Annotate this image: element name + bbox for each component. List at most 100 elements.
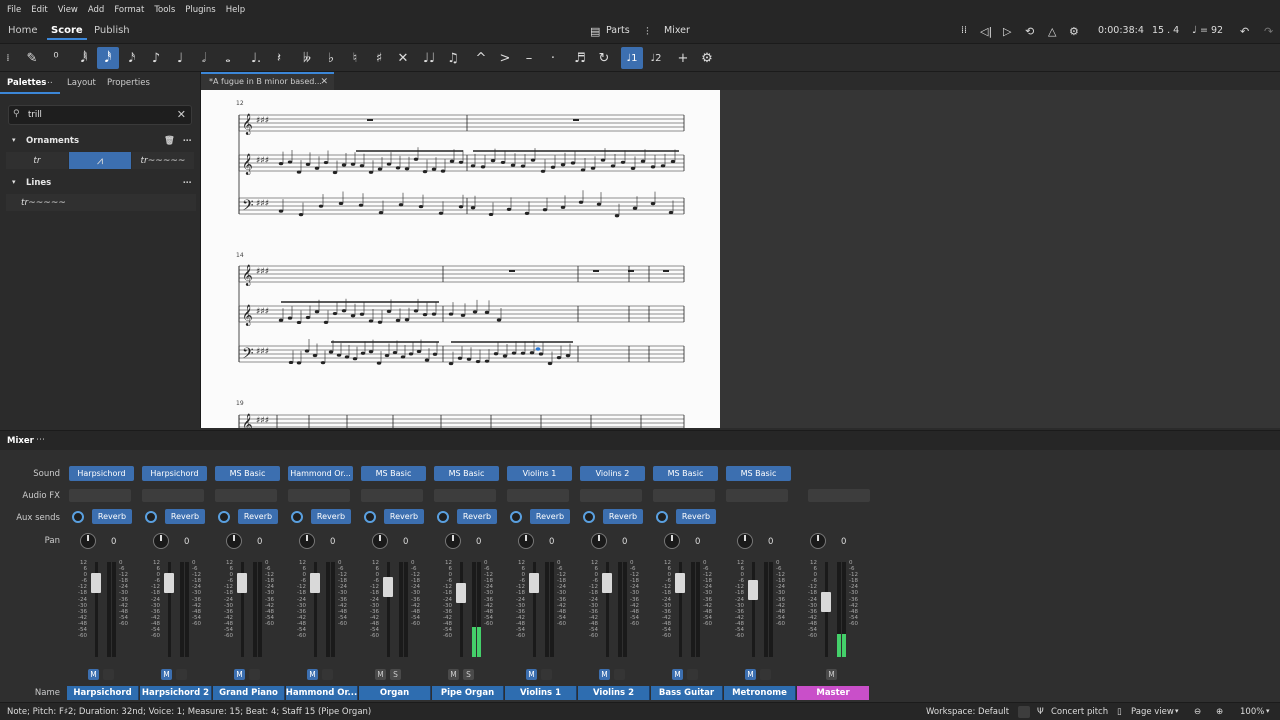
zoom-out-icon[interactable]: ⊖	[1194, 707, 1201, 717]
solo-button[interactable]	[249, 669, 260, 680]
audio-fx-slot[interactable]	[142, 489, 204, 502]
volume-fader[interactable]	[91, 572, 101, 593]
volume-fader[interactable]	[383, 576, 393, 597]
natural-icon[interactable]: ♮	[344, 47, 366, 69]
page-view-selector[interactable]: Page view	[1131, 707, 1174, 717]
volume-fader[interactable]	[164, 572, 174, 593]
mute-button[interactable]: M	[826, 669, 837, 680]
palette-cell-trill[interactable]: tr	[6, 152, 68, 169]
mute-button[interactable]: M	[599, 669, 610, 680]
toolbar-settings-icon[interactable]: ⚙	[696, 47, 718, 69]
double-flat-icon[interactable]: 𝄫	[296, 47, 318, 69]
metronome-icon[interactable]: △	[1048, 25, 1056, 38]
ornaments-menu-icon[interactable]: ⋯	[183, 136, 192, 146]
pen-icon[interactable]: ✎	[21, 47, 43, 69]
slur-icon[interactable]: ♫	[442, 47, 464, 69]
sound-button[interactable]: Harpsichord	[142, 466, 207, 481]
mute-button[interactable]: M	[234, 669, 245, 680]
parts-button[interactable]: Parts	[606, 25, 630, 36]
aux-send-knob[interactable]	[364, 511, 376, 523]
audio-fx-slot[interactable]	[434, 489, 496, 502]
sound-button[interactable]: Harpsichord	[69, 466, 134, 481]
sixtyfourth-note-icon[interactable]: 𝅘𝅥𝅱	[73, 47, 95, 69]
whole-note-icon[interactable]: 𝅝	[217, 47, 239, 69]
sound-button[interactable]: MS Basic	[215, 466, 280, 481]
reverb-button[interactable]: Reverb	[384, 509, 424, 524]
tab-score[interactable]: Score	[47, 23, 87, 40]
aux-send-knob[interactable]	[583, 511, 595, 523]
lines-section[interactable]: ▾ Lines ⋯	[0, 178, 201, 192]
solo-button[interactable]	[760, 669, 771, 680]
collapse-icon[interactable]: ▾	[12, 136, 16, 144]
collapse-icon[interactable]: ▾	[12, 178, 16, 186]
tuplet-icon[interactable]: ♬	[569, 47, 591, 69]
note-input-mode-icon[interactable]: ⁰	[45, 47, 67, 69]
volume-fader[interactable]	[821, 591, 831, 612]
pan-knob[interactable]	[810, 533, 826, 549]
solo-button[interactable]	[322, 669, 333, 680]
score-page[interactable]: 𝄞 ♯♯♯ 𝄞 ♯♯♯ 𝄢 ♯♯♯ 𝄞 ♯♯♯ 𝄞 ♯♯♯ 𝄢 ♯♯♯ 𝄞 ♯♯♯ 12 14 19	[201, 90, 720, 428]
volume-fader[interactable]	[310, 572, 320, 593]
tab-palettes[interactable]: Palettes	[7, 78, 46, 88]
solo-button[interactable]	[103, 669, 114, 680]
tab-properties[interactable]: Properties	[107, 78, 150, 88]
loop-icon[interactable]: ⟲	[1025, 25, 1034, 38]
solo-button[interactable]	[614, 669, 625, 680]
pan-knob[interactable]	[518, 533, 534, 549]
pan-knob[interactable]	[445, 533, 461, 549]
reverb-button[interactable]: Reverb	[603, 509, 643, 524]
accent-icon[interactable]: >	[494, 47, 516, 69]
clear-search-icon[interactable]: ✕	[177, 108, 186, 121]
reverb-button[interactable]: Reverb	[165, 509, 205, 524]
ornaments-section[interactable]: ▾ Ornaments 🗑 ⋯	[0, 136, 201, 150]
tie-icon[interactable]: ♩♩	[418, 47, 440, 69]
sixteenth-note-icon[interactable]: 𝅘𝅥𝅯	[121, 47, 143, 69]
mute-button[interactable]: M	[448, 669, 459, 680]
volume-fader[interactable]	[675, 572, 685, 593]
concert-pitch-checkbox[interactable]	[1018, 706, 1030, 718]
double-sharp-icon[interactable]: ✕	[392, 47, 414, 69]
mute-button[interactable]: M	[375, 669, 386, 680]
audio-fx-slot[interactable]	[808, 489, 870, 502]
drag-handle-icon[interactable]: ⁞⁞	[961, 25, 967, 36]
volume-fader[interactable]	[529, 572, 539, 593]
audio-fx-slot[interactable]	[288, 489, 350, 502]
play-icon[interactable]: ▷	[1003, 25, 1011, 38]
volume-fader[interactable]	[602, 572, 612, 593]
sound-button[interactable]: Hammond Or...	[288, 466, 353, 481]
sharp-icon[interactable]: ♯	[368, 47, 390, 69]
marcato-icon[interactable]: ^	[470, 47, 492, 69]
toolbar-grip-icon[interactable]: ⁞	[2, 47, 14, 69]
concert-pitch-label[interactable]: Concert pitch	[1051, 707, 1108, 717]
reverb-button[interactable]: Reverb	[311, 509, 351, 524]
tab-layout[interactable]: Layout	[67, 78, 96, 88]
quarter-note-icon[interactable]: ♩	[169, 47, 191, 69]
delete-icon[interactable]: 🗑	[164, 136, 175, 146]
aux-send-knob[interactable]	[72, 511, 84, 523]
tab-publish[interactable]: Publish	[90, 23, 134, 40]
pan-knob[interactable]	[664, 533, 680, 549]
pan-knob[interactable]	[226, 533, 242, 549]
reverb-button[interactable]: Reverb	[92, 509, 132, 524]
zoom-in-icon[interactable]: ⊕	[1216, 707, 1223, 717]
lines-menu-icon[interactable]: ⋯	[183, 178, 192, 188]
half-note-icon[interactable]: 𝅗𝅥	[193, 47, 215, 69]
mixer-button[interactable]: Mixer	[664, 25, 690, 36]
mute-button[interactable]: M	[88, 669, 99, 680]
tenuto-icon[interactable]: –	[518, 47, 540, 69]
audio-fx-slot[interactable]	[507, 489, 569, 502]
audio-fx-slot[interactable]	[69, 489, 131, 502]
aux-send-knob[interactable]	[218, 511, 230, 523]
pan-knob[interactable]	[591, 533, 607, 549]
workspace-selector[interactable]: Workspace: Default	[926, 707, 1009, 717]
audio-fx-slot[interactable]	[726, 489, 788, 502]
solo-button[interactable]	[541, 669, 552, 680]
score-notation[interactable]: 𝄞 ♯♯♯𝄞 ♯♯♯𝄢 ♯♯♯𝄞 ♯♯♯𝄞 ♯♯♯𝄢 ♯♯♯𝄞 ♯♯♯	[201, 90, 720, 428]
tab-home[interactable]: Home	[4, 23, 42, 40]
reverb-button[interactable]: Reverb	[676, 509, 716, 524]
mixer-menu-icon[interactable]: ⋯	[36, 435, 45, 445]
reverb-button[interactable]: Reverb	[238, 509, 278, 524]
aux-send-knob[interactable]	[437, 511, 449, 523]
staccato-icon[interactable]: ·	[542, 47, 564, 69]
mute-button[interactable]: M	[161, 669, 172, 680]
